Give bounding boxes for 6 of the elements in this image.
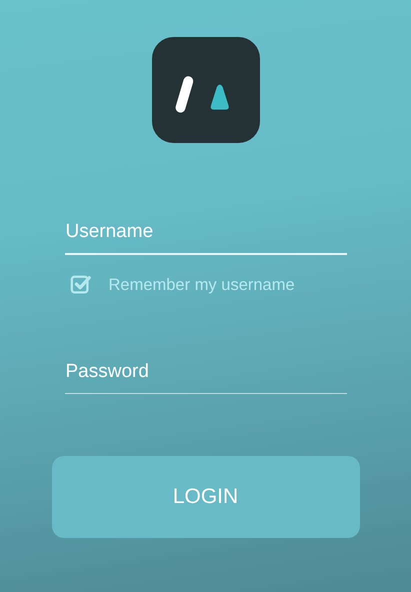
app-logo-icon — [150, 37, 260, 145]
username-field[interactable]: Username — [64, 219, 346, 255]
password-field[interactable]: Password — [64, 358, 346, 394]
login-button[interactable]: LOGIN — [52, 456, 360, 538]
checkbox[interactable] — [68, 274, 92, 296]
remember-label: Remember my username — [108, 276, 295, 294]
